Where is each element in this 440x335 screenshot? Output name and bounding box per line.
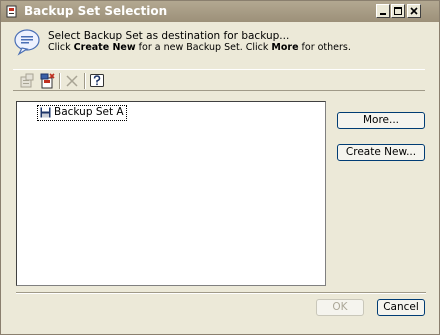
- window-title: Backup Set Selection: [24, 4, 168, 18]
- create-new-button[interactable]: Create New...: [337, 144, 425, 161]
- instruction-create-new-emphasis: Create New: [73, 42, 136, 53]
- more-button[interactable]: More...: [337, 112, 425, 129]
- floppy-disk-icon: [40, 107, 51, 118]
- remove-icon[interactable]: [64, 73, 80, 89]
- minimize-button[interactable]: [376, 4, 390, 18]
- app-icon: [6, 5, 17, 18]
- instruction-panel: Select Backup Set as destination for bac…: [13, 27, 431, 59]
- minimize-icon: [380, 13, 386, 15]
- instruction-text: for others.: [298, 42, 351, 53]
- speech-bubble-icon: [14, 29, 40, 56]
- close-icon: [410, 7, 418, 15]
- cancel-button[interactable]: Cancel: [377, 299, 425, 316]
- instruction-line-1: Select Backup Set as destination for bac…: [48, 30, 290, 42]
- maximize-icon: [394, 7, 402, 15]
- backup-set-selection-dialog: Backup Set Selection Select Backup Set a…: [0, 0, 440, 335]
- delete-backup-set-icon[interactable]: [39, 73, 55, 89]
- properties-icon[interactable]: [19, 73, 35, 89]
- backup-set-tree[interactable]: Backup Set A: [16, 101, 326, 286]
- maximize-button[interactable]: [391, 4, 405, 18]
- toolbar-separator: [84, 73, 86, 89]
- ok-button[interactable]: OK: [316, 299, 364, 316]
- instruction-line-2: Click Create New for a new Backup Set. C…: [48, 42, 351, 53]
- help-icon[interactable]: [89, 73, 105, 89]
- toolbar-separator: [59, 73, 61, 89]
- tree-item-backup-set-a[interactable]: Backup Set A: [37, 105, 127, 121]
- footer-divider: [16, 292, 426, 294]
- toolbar: [13, 69, 425, 91]
- instruction-more-emphasis: More: [271, 42, 299, 53]
- instruction-text: Click: [48, 42, 74, 53]
- close-button[interactable]: [407, 4, 421, 18]
- title-bar[interactable]: Backup Set Selection: [1, 1, 439, 22]
- instruction-text: for a new Backup Set. Click: [135, 42, 272, 53]
- tree-item-label: Backup Set A: [54, 106, 124, 118]
